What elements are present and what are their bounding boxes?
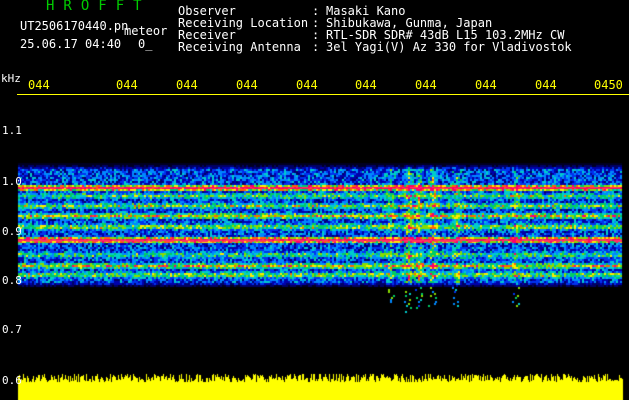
meteor-label: meteor bbox=[124, 24, 168, 38]
y-tick-label: 0.7 bbox=[2, 323, 22, 336]
x-tick-label: 044 bbox=[296, 78, 318, 92]
y-tick-label: 0.8 bbox=[2, 274, 22, 287]
x-tick-label: 044 bbox=[116, 78, 138, 92]
timestamp-label: 25.06.17 04:40 bbox=[20, 37, 122, 51]
x-tick-label: 044 bbox=[236, 78, 258, 92]
filename-label: UT2506170440.pn bbox=[20, 19, 129, 33]
x-tick-label: 0450 bbox=[594, 78, 623, 92]
y-tick-label: 0.6 bbox=[2, 374, 22, 387]
antenna-label: Receiving Antenna bbox=[178, 40, 301, 54]
y-tick-label: 1.1 bbox=[2, 124, 22, 137]
y-tick-label: 0.9 bbox=[2, 225, 22, 238]
x-tick-label: 044 bbox=[176, 78, 198, 92]
spectrogram-waterfall bbox=[0, 95, 629, 400]
x-tick-label: 044 bbox=[28, 78, 50, 92]
x-tick-label: 044 bbox=[415, 78, 437, 92]
y-tick-label: 1.0 bbox=[2, 175, 22, 188]
x-tick-label: 044 bbox=[355, 78, 377, 92]
antenna-colon: : bbox=[312, 40, 320, 54]
antenna-value: 3el Yagi(V) Az 330 for Vladivostok bbox=[326, 40, 572, 54]
frequency-unit-label: kHz bbox=[1, 72, 21, 85]
counter-label: 0_ bbox=[138, 37, 153, 51]
app-logo: HROFFT bbox=[46, 0, 151, 14]
x-tick-label: 044 bbox=[475, 78, 497, 92]
x-tick-label: 044 bbox=[535, 78, 557, 92]
